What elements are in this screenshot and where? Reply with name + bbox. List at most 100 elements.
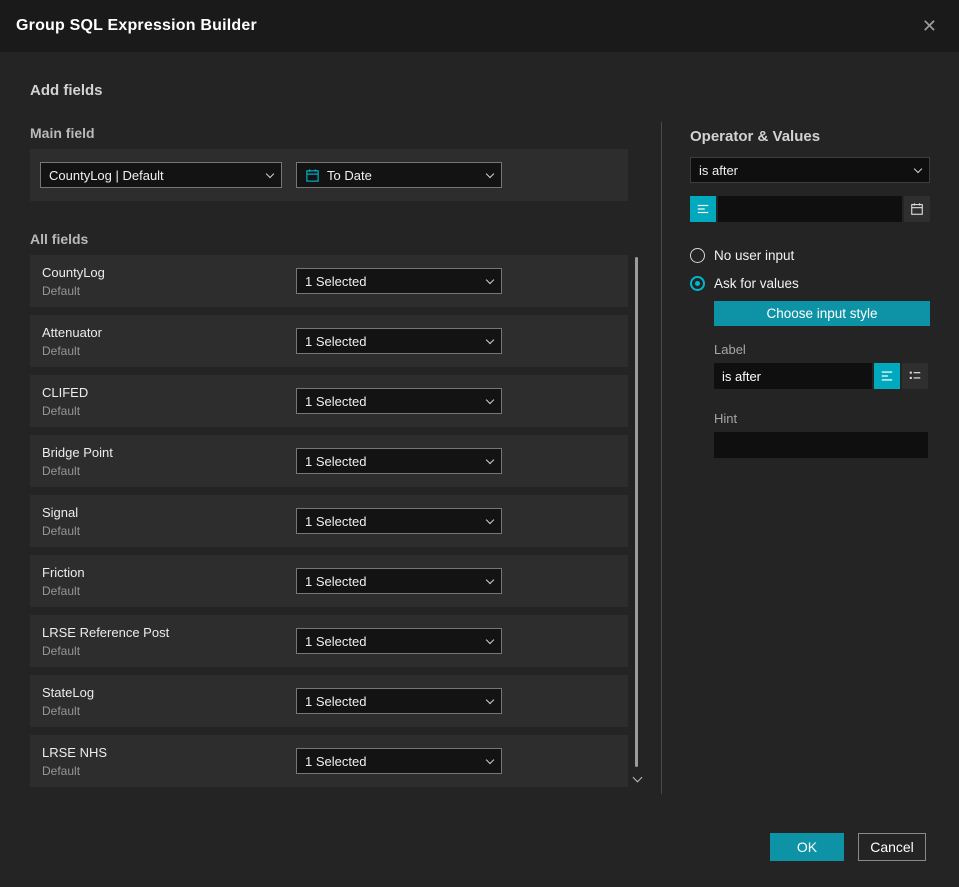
all-fields-label: All fields <box>30 231 89 247</box>
radio-label: No user input <box>714 248 795 263</box>
field-subtitle: Default <box>42 763 81 778</box>
field-row: LRSE NHS Default 1 Selected <box>30 735 628 787</box>
dialog-body: Add fields Main field CountyLog | Defaul… <box>0 52 959 795</box>
set-from-field-button[interactable] <box>690 196 716 222</box>
hint-input[interactable] <box>714 432 928 458</box>
selected-count-value: 1 Selected <box>305 393 367 409</box>
chevron-down-icon <box>485 635 495 644</box>
value-row <box>690 196 930 222</box>
radio-ask-for-values[interactable]: Ask for values <box>690 276 930 291</box>
radio-no-user-input[interactable]: No user input <box>690 248 930 263</box>
operator-dropdown-value: is after <box>699 162 739 178</box>
list-style-button[interactable] <box>902 363 928 389</box>
field-subtitle: Default <box>42 283 81 298</box>
selected-count-dropdown[interactable]: 1 Selected <box>296 688 502 714</box>
all-fields-list: CountyLog Default 1 Selected Attenuator … <box>30 255 643 787</box>
selected-count-dropdown[interactable]: 1 Selected <box>296 448 502 474</box>
add-fields-heading: Add fields <box>30 82 103 99</box>
value-input[interactable] <box>718 196 902 222</box>
chevron-down-icon <box>485 575 495 584</box>
field-row: Attenuator Default 1 Selected <box>30 315 628 367</box>
to-date-dropdown-value: To Date <box>327 167 372 183</box>
field-name: LRSE Reference Post <box>42 624 170 640</box>
operator-values-heading: Operator & Values <box>690 128 821 145</box>
align-left-icon <box>880 369 894 383</box>
selected-count-dropdown[interactable]: 1 Selected <box>296 268 502 294</box>
field-name: CountyLog <box>42 264 105 280</box>
field-name: Bridge Point <box>42 444 113 460</box>
operator-values-section: Operator & Values is after No user input… <box>661 122 930 794</box>
chevron-down-icon <box>265 169 275 178</box>
field-subtitle: Default <box>42 643 81 658</box>
main-field-label: Main field <box>30 125 95 141</box>
field-subtitle: Default <box>42 523 81 538</box>
field-name: CLIFED <box>42 384 89 400</box>
user-input-radio-group: No user input Ask for values <box>690 248 930 291</box>
dialog-title: Group SQL Expression Builder <box>16 17 257 34</box>
label-field-label: Label <box>714 342 746 357</box>
calendar-icon <box>305 168 320 183</box>
calendar-icon <box>910 202 924 216</box>
operator-dropdown[interactable]: is after <box>690 157 930 183</box>
field-name: StateLog <box>42 684 95 700</box>
field-row: Bridge Point Default 1 Selected <box>30 435 628 487</box>
chevron-down-icon <box>485 755 495 764</box>
selected-count-dropdown[interactable]: 1 Selected <box>296 628 502 654</box>
bullet-list-icon <box>908 369 922 383</box>
label-row <box>714 363 930 389</box>
field-name: LRSE NHS <box>42 744 108 760</box>
ok-button[interactable]: OK <box>770 833 844 861</box>
selected-count-dropdown[interactable]: 1 Selected <box>296 388 502 414</box>
selected-count-value: 1 Selected <box>305 573 367 589</box>
chevron-down-icon <box>485 515 495 524</box>
selected-count-value: 1 Selected <box>305 693 367 709</box>
radio-label: Ask for values <box>714 276 799 291</box>
hint-field-label: Hint <box>714 411 738 426</box>
choose-input-style-button[interactable]: Choose input style <box>714 301 930 326</box>
radio-circle-icon <box>690 248 705 263</box>
text-style-button-active[interactable] <box>874 363 900 389</box>
close-icon[interactable]: ✕ <box>916 13 943 39</box>
chevron-down-icon <box>485 395 495 404</box>
chevron-down-icon <box>485 455 495 464</box>
selected-count-value: 1 Selected <box>305 633 367 649</box>
scrollbar-thumb[interactable] <box>635 257 638 767</box>
selected-count-value: 1 Selected <box>305 273 367 289</box>
date-picker-button[interactable] <box>904 196 930 222</box>
scroll-down-icon[interactable] <box>632 772 643 783</box>
chevron-down-icon <box>485 169 495 178</box>
field-subtitle: Default <box>42 343 81 358</box>
selected-count-dropdown[interactable]: 1 Selected <box>296 508 502 534</box>
selected-count-value: 1 Selected <box>305 333 367 349</box>
field-subtitle: Default <box>42 583 81 598</box>
dialog-header: Group SQL Expression Builder ✕ <box>0 0 959 52</box>
chevron-down-icon <box>485 275 495 284</box>
dialog-footer: OK Cancel <box>770 833 926 861</box>
field-subtitle: Default <box>42 703 81 718</box>
add-fields-section: Add fields Main field CountyLog | Defaul… <box>30 82 643 795</box>
chevron-down-icon <box>913 164 923 173</box>
field-row: Signal Default 1 Selected <box>30 495 628 547</box>
field-subtitle: Default <box>42 403 81 418</box>
cancel-button[interactable]: Cancel <box>858 833 926 861</box>
selected-count-dropdown[interactable]: 1 Selected <box>296 568 502 594</box>
field-row: Friction Default 1 Selected <box>30 555 628 607</box>
field-row: CountyLog Default 1 Selected <box>30 255 628 307</box>
selected-count-dropdown[interactable]: 1 Selected <box>296 328 502 354</box>
field-row: CLIFED Default 1 Selected <box>30 375 628 427</box>
selected-count-dropdown[interactable]: 1 Selected <box>296 748 502 774</box>
main-field-panel: CountyLog | Default To Date <box>30 149 628 201</box>
field-row: StateLog Default 1 Selected <box>30 675 628 727</box>
to-date-dropdown[interactable]: To Date <box>296 162 502 188</box>
field-name: Signal <box>42 504 79 520</box>
selected-count-value: 1 Selected <box>305 453 367 469</box>
selected-count-value: 1 Selected <box>305 513 367 529</box>
chevron-down-icon <box>485 695 495 704</box>
chevron-down-icon <box>485 335 495 344</box>
field-subtitle: Default <box>42 463 81 478</box>
field-row: LRSE Reference Post Default 1 Selected <box>30 615 628 667</box>
main-field-dropdown-value: CountyLog | Default <box>49 167 164 183</box>
main-field-dropdown[interactable]: CountyLog | Default <box>40 162 282 188</box>
label-input[interactable] <box>714 363 872 389</box>
field-name: Friction <box>42 564 85 580</box>
